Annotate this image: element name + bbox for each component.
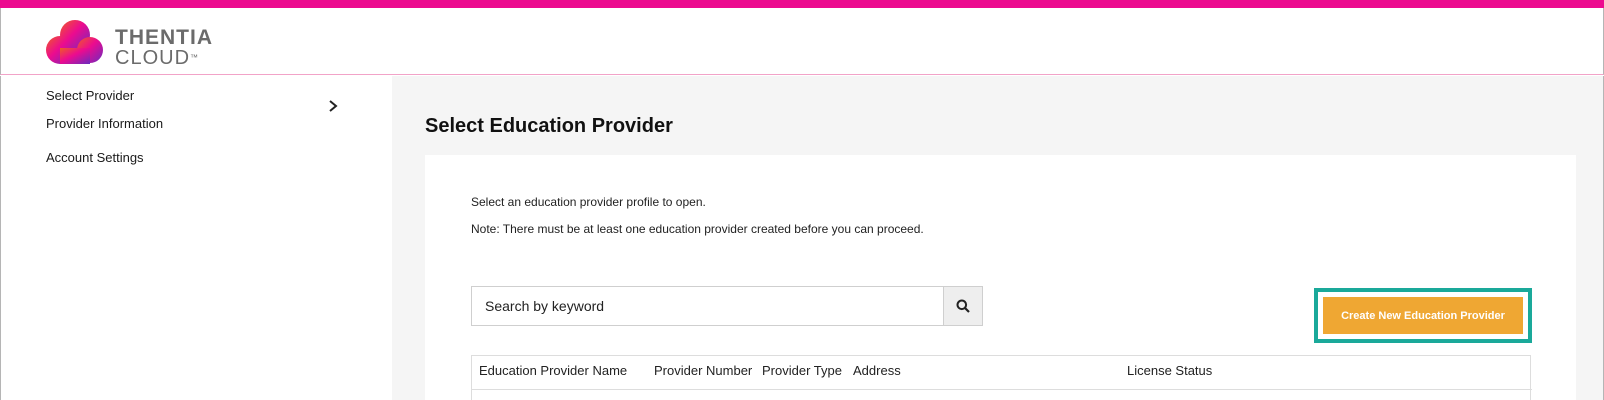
column-header-number[interactable]: Provider Number: [654, 363, 752, 378]
main-content: Select Education Provider Select an educ…: [392, 76, 1604, 400]
sidebar: Select Provider Provider Information Acc…: [0, 76, 392, 400]
intro-text: Select an education provider profile to …: [471, 195, 706, 209]
logo-text-line1: THENTIA: [115, 26, 213, 49]
cloud-logo-icon: [46, 20, 103, 64]
app-header: THENTIA CLOUD™: [0, 8, 1604, 75]
column-header-type[interactable]: Provider Type: [762, 363, 842, 378]
sidebar-item-select-provider[interactable]: Select Provider: [46, 88, 134, 103]
providers-table: Education Provider Name Provider Number …: [471, 355, 1532, 400]
chevron-right-icon[interactable]: [326, 99, 340, 113]
note-text: Note: There must be at least one educati…: [471, 222, 924, 236]
column-header-name[interactable]: Education Provider Name: [479, 363, 627, 378]
column-header-address[interactable]: Address: [853, 363, 901, 378]
sidebar-item-provider-information[interactable]: Provider Information: [46, 116, 163, 131]
logo-trademark: ™: [190, 53, 200, 62]
logo-text-line2: CLOUD: [115, 47, 191, 69]
search-button[interactable]: [943, 286, 983, 326]
search-icon: [956, 299, 970, 313]
thentia-cloud-logo[interactable]: THENTIA CLOUD™: [45, 18, 225, 68]
search-bar: [471, 286, 983, 326]
create-button-highlight: Create New Education Provider: [1314, 288, 1532, 343]
provider-card: Select an education provider profile to …: [425, 155, 1576, 400]
column-header-license-status[interactable]: License Status: [1127, 363, 1212, 378]
create-new-education-provider-button[interactable]: Create New Education Provider: [1323, 297, 1523, 334]
page-title: Select Education Provider: [425, 115, 673, 137]
sidebar-item-account-settings[interactable]: Account Settings: [46, 150, 144, 165]
top-accent-bar: [0, 0, 1604, 8]
table-header-divider: [472, 389, 1532, 390]
search-input[interactable]: [471, 286, 943, 326]
